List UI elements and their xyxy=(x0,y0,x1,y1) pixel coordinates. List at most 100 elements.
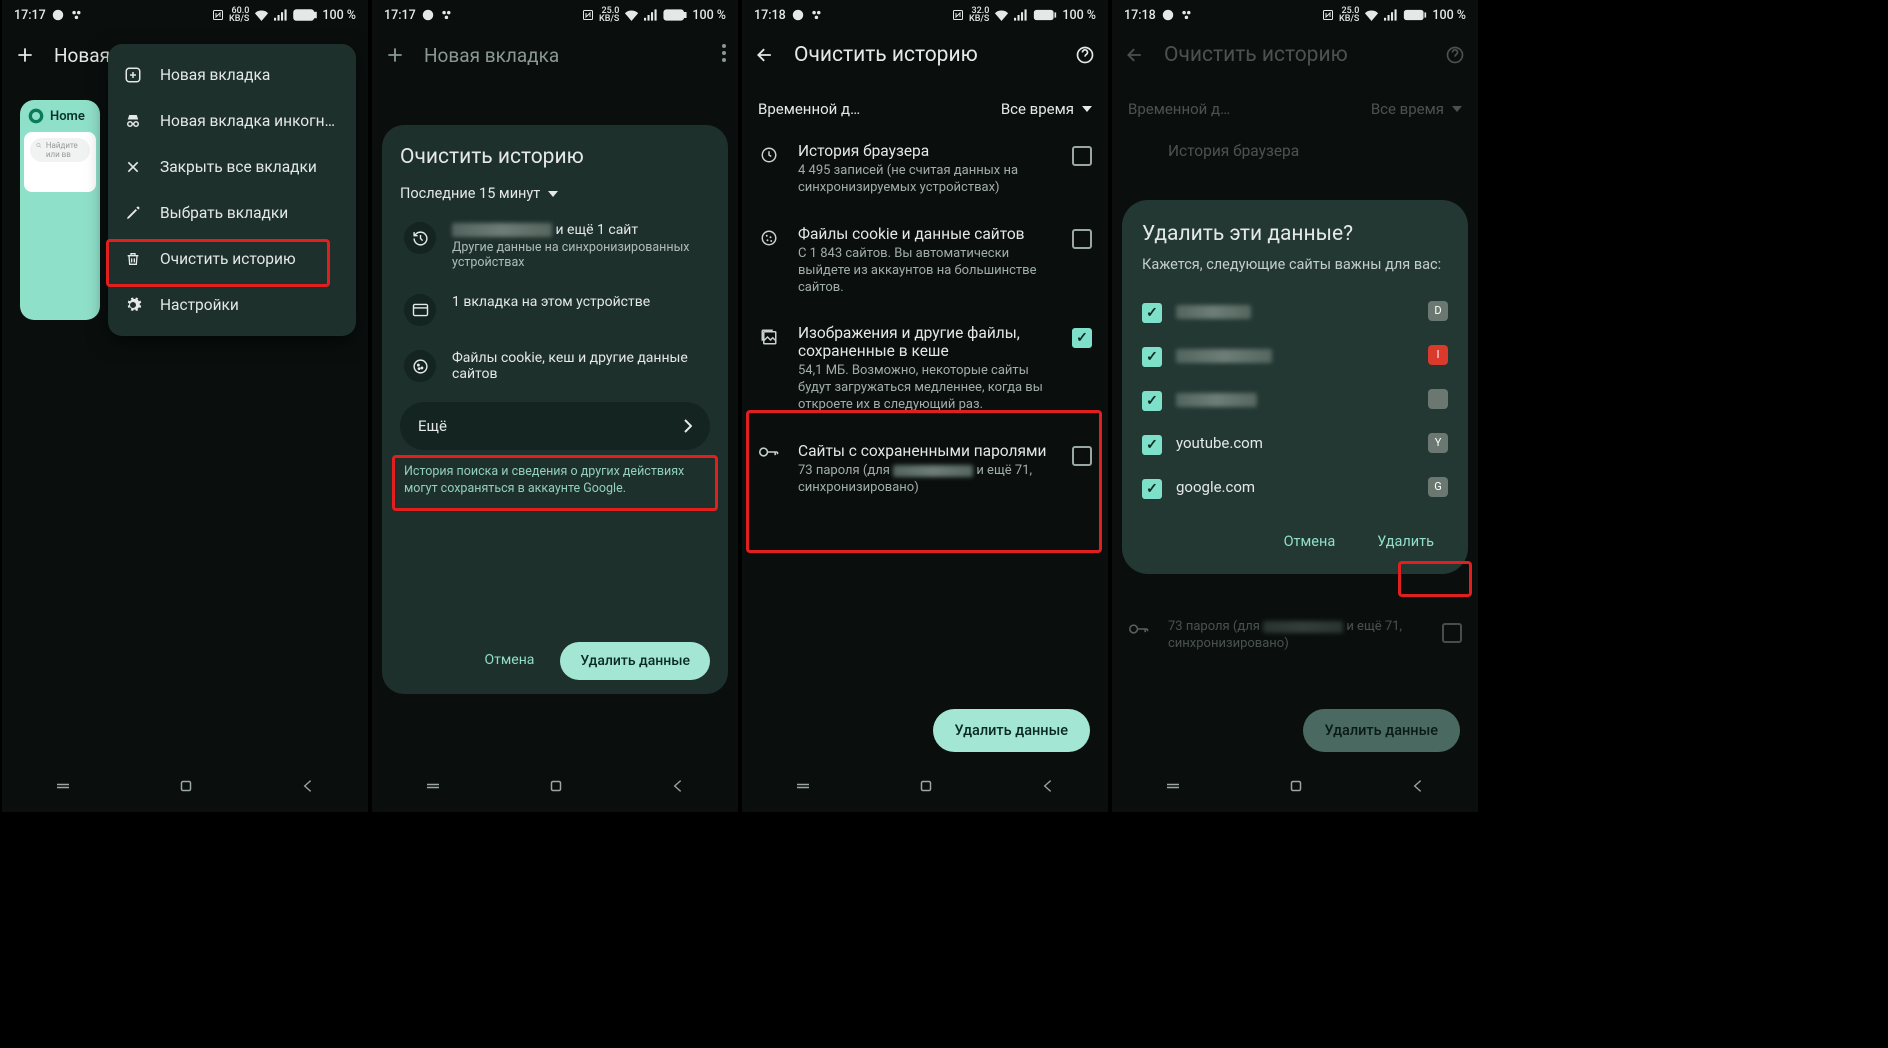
checkbox[interactable] xyxy=(1142,303,1162,323)
setting-passwords[interactable]: Сайты с сохраненными паролями 73 пароля … xyxy=(754,428,1096,511)
menu-clear-history[interactable]: Очистить историю xyxy=(108,236,356,282)
checkbox[interactable] xyxy=(1072,146,1092,166)
setting-title: История браузера xyxy=(1168,142,1462,160)
setting-cookies[interactable]: Файлы cookie и данные сайтов С 1 843 сай… xyxy=(754,211,1096,311)
page-title: Очистить историю xyxy=(1164,43,1426,67)
image-icon xyxy=(758,328,780,346)
back-icon[interactable] xyxy=(670,778,686,798)
delete-data-button[interactable]: Удалить данные xyxy=(560,642,710,680)
key-icon xyxy=(1128,623,1150,635)
checkbox[interactable] xyxy=(1142,479,1162,499)
cookie-icon xyxy=(404,350,436,382)
checkbox[interactable] xyxy=(1142,435,1162,455)
menu-label: Новая вкладка инкогн… xyxy=(160,112,335,130)
important-site-row[interactable]: D xyxy=(1142,289,1448,333)
setting-browser-history[interactable]: История браузера 4 495 записей (не счита… xyxy=(754,128,1096,211)
menu-select-tabs[interactable]: Выбрать вкладки xyxy=(108,190,356,236)
page-toolbar: Очистить историю xyxy=(1112,30,1478,80)
checkbox[interactable] xyxy=(1142,347,1162,367)
menu-new-tab[interactable]: Новая вкладка xyxy=(108,52,356,98)
more-options-button[interactable]: Ещё xyxy=(400,402,710,450)
home-icon[interactable] xyxy=(1287,777,1305,799)
google-footer: История поиска и сведения о других дейст… xyxy=(404,464,706,498)
setting-desc: 4 495 записей (не считая данных на синхр… xyxy=(798,163,1054,197)
status-bar: 17:18 25.0KB/S 100 % xyxy=(1112,0,1478,30)
settings-list: Временной д… Все время История браузера xyxy=(1112,80,1478,177)
menu-label: Закрыть все вкладки xyxy=(160,158,317,176)
signal-icon xyxy=(274,9,288,21)
tab-thumbnail[interactable]: Home Найдите или вв xyxy=(20,100,100,320)
menu-settings[interactable]: Настройки xyxy=(108,282,356,328)
back-arrow-icon[interactable] xyxy=(754,45,776,65)
setting-cached-images[interactable]: Изображения и другие файлы, сохраненные … xyxy=(754,310,1096,428)
battery-percent: 100 % xyxy=(692,8,726,23)
recents-icon[interactable] xyxy=(1164,777,1182,799)
nfc-icon xyxy=(582,9,594,21)
important-site-row[interactable]: I xyxy=(1142,333,1448,377)
favicon xyxy=(1428,389,1448,409)
back-arrow-icon xyxy=(1124,45,1146,65)
important-site-row[interactable]: google.comG xyxy=(1142,465,1448,509)
setting-title: История браузера xyxy=(798,142,1054,160)
time-range-row[interactable]: Временной д… Все время xyxy=(754,86,1096,128)
checkbox xyxy=(1442,623,1462,643)
info-text: 1 вкладка на этом устройстве xyxy=(452,294,706,310)
important-site-row[interactable]: youtube.comY xyxy=(1142,421,1448,465)
help-icon xyxy=(1444,45,1466,65)
battery-percent: 100 % xyxy=(1062,8,1096,23)
home-icon[interactable] xyxy=(177,777,195,799)
android-navbar xyxy=(2,764,368,812)
key-icon xyxy=(758,446,780,458)
app-icon xyxy=(810,8,824,22)
info-sites: и ещё 1 сайт Другие данные на синхронизи… xyxy=(400,210,710,282)
recents-icon[interactable] xyxy=(54,777,72,799)
data-speed: 25.0KB/S xyxy=(1339,7,1359,23)
home-icon[interactable] xyxy=(547,777,565,799)
back-icon[interactable] xyxy=(300,778,316,798)
setting-desc: 54,1 МБ. Возможно, некоторые сайты будут… xyxy=(798,363,1054,414)
checkbox[interactable] xyxy=(1072,328,1092,348)
status-time: 17:18 xyxy=(1124,8,1156,23)
back-icon[interactable] xyxy=(1040,778,1056,798)
clock-icon xyxy=(758,146,780,164)
sheet-title: Очистить историю xyxy=(400,145,710,169)
home-icon[interactable] xyxy=(917,777,935,799)
time-range-dropdown[interactable]: Последние 15 минут xyxy=(400,185,710,202)
menu-incognito[interactable]: Новая вкладка инкогн… xyxy=(108,98,356,144)
recents-icon[interactable] xyxy=(424,777,442,799)
delete-data-button[interactable]: Удалить данные xyxy=(933,709,1090,752)
help-icon[interactable] xyxy=(1074,45,1096,65)
android-navbar xyxy=(1112,764,1478,812)
dialog-cancel-button[interactable]: Отмена xyxy=(1270,525,1350,558)
setting-desc: 73 пароля (для и ещё 71, синхронизирован… xyxy=(798,463,1054,497)
gear-icon xyxy=(124,296,142,314)
nfc-icon xyxy=(1322,9,1334,21)
new-tab-label[interactable]: Новая xyxy=(54,44,110,67)
wifi-icon xyxy=(624,9,639,21)
time-range-row: Временной д… Все время xyxy=(1124,86,1466,128)
recents-icon[interactable] xyxy=(794,777,812,799)
page-title: Очистить историю xyxy=(794,43,1056,67)
tab-icon xyxy=(404,294,436,326)
cancel-button[interactable]: Отмена xyxy=(469,642,551,680)
checkbox[interactable] xyxy=(1142,391,1162,411)
important-site-row[interactable] xyxy=(1142,377,1448,421)
status-bar: 17:17 25.0KB/S 100 % xyxy=(372,0,738,30)
favicon: G xyxy=(1428,477,1448,497)
plus-icon[interactable] xyxy=(14,45,36,65)
site-label xyxy=(1176,346,1414,364)
checkbox[interactable] xyxy=(1072,229,1092,249)
android-navbar xyxy=(742,764,1108,812)
menu-close-all[interactable]: Закрыть все вкладки xyxy=(108,144,356,190)
signal-icon xyxy=(1384,9,1398,21)
app-icon xyxy=(1180,8,1194,22)
overflow-icon xyxy=(722,44,726,67)
dialog-delete-button[interactable]: Удалить xyxy=(1363,525,1448,558)
cookie-icon xyxy=(758,229,780,247)
screenshot-1: 17:17 60.0KB/S 100 % Новая Home Найдите … xyxy=(2,0,368,812)
page-toolbar: Очистить историю xyxy=(742,30,1108,80)
back-icon[interactable] xyxy=(1410,778,1426,798)
checkbox[interactable] xyxy=(1072,446,1092,466)
app-icon xyxy=(440,8,454,22)
redacted-text xyxy=(1176,349,1272,363)
